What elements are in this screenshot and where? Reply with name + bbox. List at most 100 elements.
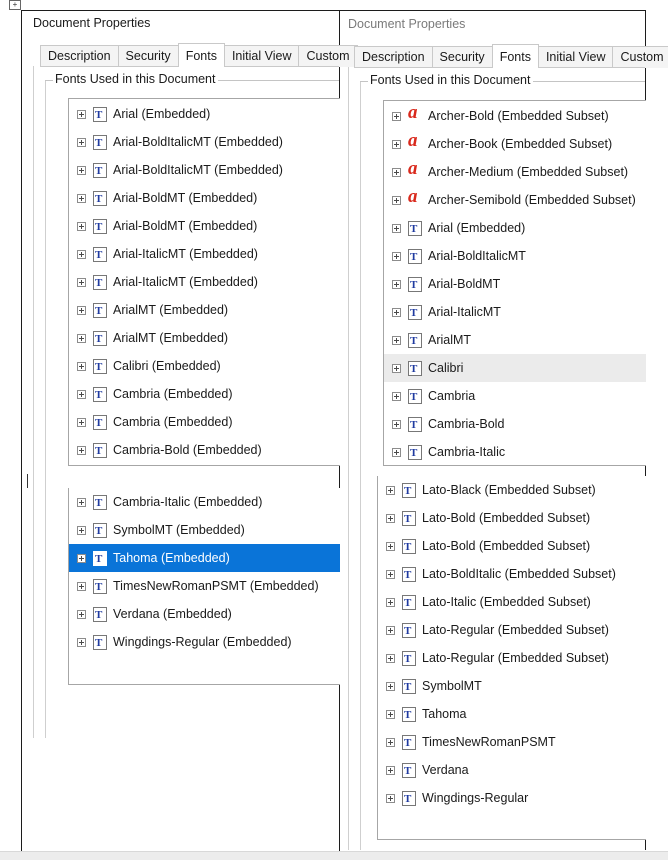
left-tab-fonts[interactable]: Fonts [177, 43, 225, 67]
expand-plus-icon[interactable] [77, 361, 86, 371]
font-tree-item[interactable]: T Arial-BoldItalicMT (Embedded) [69, 156, 340, 184]
font-tree-item[interactable]: T Arial (Embedded) [69, 100, 340, 128]
expand-plus-icon[interactable] [392, 363, 401, 373]
expand-plus-icon[interactable] [77, 109, 86, 119]
expand-plus-icon[interactable] [392, 195, 401, 205]
font-tree-item[interactable]: T Arial-ItalicMT (Embedded) [69, 240, 340, 268]
font-tree-item[interactable]: T Arial-BoldMT (Embedded) [69, 184, 340, 212]
expand-plus-icon[interactable] [77, 553, 86, 563]
font-tree-item[interactable]: T Tahoma (Embedded) [69, 544, 340, 572]
expand-plus-icon[interactable] [392, 447, 401, 457]
right-font-tree-bottom[interactable]: T Lato-Black (Embedded Subset) T Lato-Bold … [377, 476, 646, 840]
font-tree-item[interactable]: T Arial-BoldMT (Embedded) [69, 212, 340, 240]
font-tree-item[interactable]: T TimesNewRomanPSMT (Embedded) [69, 572, 340, 600]
expand-plus-icon[interactable] [392, 307, 401, 317]
expand-plus-icon[interactable] [77, 609, 86, 619]
font-tree-item[interactable]: T Arial (Embedded) [384, 214, 646, 242]
font-tree-item[interactable]: T Arial-ItalicMT [384, 298, 646, 326]
font-tree-item[interactable]: T Arial-BoldItalicMT [384, 242, 646, 270]
left-tab-security[interactable]: Security [117, 45, 179, 67]
font-tree-item[interactable]: T ArialMT [384, 326, 646, 354]
expand-plus-icon[interactable] [392, 251, 401, 261]
font-tree-item[interactable]: a Archer-Medium (Embedded Subset) [384, 158, 646, 186]
expand-plus-icon[interactable] [77, 637, 86, 647]
expand-plus-icon[interactable] [77, 305, 86, 315]
font-tree-item[interactable]: T Wingdings-Regular (Embedded) [69, 628, 340, 656]
expand-plus-icon[interactable] [392, 167, 401, 177]
font-tree-item[interactable]: T Lato-Black (Embedded Subset) [378, 476, 646, 504]
expand-plus-icon[interactable] [386, 709, 395, 719]
expand-plus-icon[interactable] [386, 737, 395, 747]
font-tree-item[interactable]: T Calibri (Embedded) [69, 352, 340, 380]
font-tree-item[interactable]: T ArialMT (Embedded) [69, 324, 340, 352]
expand-plus-icon[interactable] [77, 497, 86, 507]
font-tree-item[interactable]: T Verdana (Embedded) [69, 600, 340, 628]
font-tree-item[interactable]: T Lato-BoldItalic (Embedded Subset) [378, 560, 646, 588]
left-font-tree-bottom[interactable]: T Cambria-Italic (Embedded) T SymbolMT (Emb… [68, 488, 340, 685]
expand-plus-icon[interactable] [77, 525, 86, 535]
expand-plus-icon[interactable] [392, 391, 401, 401]
font-tree-item[interactable]: T Lato-Regular (Embedded Subset) [378, 644, 646, 672]
expand-plus-icon[interactable] [77, 581, 86, 591]
expand-plus-icon[interactable] [392, 223, 401, 233]
font-tree-item[interactable]: T Cambria [384, 382, 646, 410]
font-tree-item[interactable]: T Lato-Bold (Embedded Subset) [378, 532, 646, 560]
font-tree-item[interactable]: T Cambria (Embedded) [69, 408, 340, 436]
expand-plus-icon[interactable] [77, 417, 86, 427]
left-tab-description[interactable]: Description [40, 45, 119, 67]
right-tab-security[interactable]: Security [431, 46, 493, 68]
expand-plus-icon[interactable] [77, 165, 86, 175]
expand-plus-icon[interactable] [386, 485, 395, 495]
expand-plus-icon[interactable] [386, 513, 395, 523]
expand-plus-icon[interactable] [77, 193, 86, 203]
font-tree-item[interactable]: T Cambria-Italic (Embedded) [69, 488, 340, 516]
expand-plus-icon[interactable] [77, 445, 86, 455]
font-tree-item[interactable]: T Calibri [384, 354, 646, 382]
font-tree-item[interactable]: T Lato-Bold (Embedded Subset) [378, 504, 646, 532]
expand-plus-icon[interactable] [77, 249, 86, 259]
expand-plus-icon[interactable] [392, 335, 401, 345]
font-tree-item[interactable]: T ArialMT (Embedded) [69, 296, 340, 324]
right-tab-description[interactable]: Description [354, 46, 433, 68]
expand-plus-icon[interactable] [386, 569, 395, 579]
expand-plus-icon[interactable] [386, 653, 395, 663]
font-tree-item[interactable]: T Cambria (Embedded) [69, 380, 340, 408]
left-tab-custom[interactable]: Custom [298, 45, 358, 67]
expand-plus-icon[interactable] [77, 221, 86, 231]
right-tab-initial-view[interactable]: Initial View [537, 46, 614, 68]
expand-plus-icon[interactable] [77, 277, 86, 287]
font-tree-item[interactable]: T Wingdings-Regular [378, 784, 646, 812]
font-tree-item[interactable]: T Cambria-Bold [384, 410, 646, 438]
expand-plus-icon[interactable] [386, 793, 395, 803]
font-tree-item[interactable]: T SymbolMT (Embedded) [69, 516, 340, 544]
expand-plus-icon[interactable] [77, 137, 86, 147]
font-tree-item[interactable]: T Arial-BoldItalicMT (Embedded) [69, 128, 340, 156]
expand-plus-icon[interactable] [386, 625, 395, 635]
right-tab-fonts[interactable]: Fonts [491, 44, 539, 68]
right-font-tree-top[interactable]: a Archer-Bold (Embedded Subset) a Archer-Bo… [383, 100, 646, 466]
expand-plus-icon[interactable] [386, 681, 395, 691]
expand-plus-icon[interactable] [392, 279, 401, 289]
right-tab-custom[interactable]: Custom [612, 46, 668, 68]
expand-plus-icon[interactable] [392, 139, 401, 149]
font-tree-item[interactable]: T Arial-BoldMT [384, 270, 646, 298]
font-tree-item[interactable]: T Verdana [378, 756, 646, 784]
expand-plus-icon[interactable] [77, 389, 86, 399]
left-tab-initial-view[interactable]: Initial View [223, 45, 300, 67]
expand-plus-icon[interactable] [77, 333, 86, 343]
font-tree-item[interactable]: a Archer-Book (Embedded Subset) [384, 130, 646, 158]
font-tree-item[interactable]: T TimesNewRomanPSMT [378, 728, 646, 756]
font-tree-item[interactable]: T Lato-Italic (Embedded Subset) [378, 588, 646, 616]
font-tree-item[interactable]: T Cambria-Italic [384, 438, 646, 465]
font-tree-item[interactable]: a Archer-Bold (Embedded Subset) [384, 102, 646, 130]
expand-plus-icon[interactable] [386, 541, 395, 551]
font-tree-item[interactable]: T Lato-Regular (Embedded Subset) [378, 616, 646, 644]
left-font-tree-top[interactable]: T Arial (Embedded) T Arial-BoldItalicMT (Em… [68, 98, 340, 466]
expand-plus-icon[interactable] [386, 597, 395, 607]
font-tree-item[interactable]: T SymbolMT [378, 672, 646, 700]
font-tree-item[interactable]: T Cambria-Bold (Embedded) [69, 436, 340, 464]
move-handle-icon[interactable]: + [9, 0, 21, 10]
expand-plus-icon[interactable] [392, 419, 401, 429]
expand-plus-icon[interactable] [386, 765, 395, 775]
font-tree-item[interactable]: T Tahoma [378, 700, 646, 728]
